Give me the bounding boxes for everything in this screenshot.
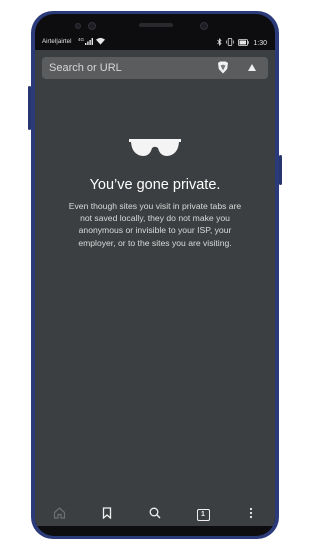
tab-count: 1 xyxy=(196,509,210,521)
proximity-sensor xyxy=(200,22,208,30)
search-button[interactable] xyxy=(144,504,166,526)
front-camera xyxy=(88,22,96,30)
triangle-up-icon[interactable] xyxy=(248,64,256,71)
volume-button xyxy=(28,86,31,130)
bookmark-icon xyxy=(102,506,112,524)
signal-icon xyxy=(85,38,94,47)
more-vertical-icon xyxy=(249,506,253,524)
bluetooth-icon xyxy=(217,38,222,48)
more-button[interactable] xyxy=(240,504,262,526)
iris-sensor xyxy=(75,23,81,29)
status-bar: Airtel|airtel 4G 1:30 xyxy=(35,36,275,50)
search-icon xyxy=(149,506,161,524)
url-placeholder: Search or URL xyxy=(49,62,122,74)
brave-shield-icon[interactable] xyxy=(217,61,229,74)
private-description: Even though sites you visit in private t… xyxy=(68,201,242,248)
sunglasses-icon xyxy=(128,138,182,158)
vibrate-icon xyxy=(226,38,235,48)
status-right: 1:30 xyxy=(217,38,267,48)
clock: 1:30 xyxy=(253,39,267,47)
tabs-button[interactable]: 1 xyxy=(192,504,214,526)
battery-icon xyxy=(238,38,250,48)
carrier-label: Airtel|airtel xyxy=(42,39,72,45)
bottom-toolbar: 1 xyxy=(35,504,275,526)
earpiece-speaker xyxy=(139,23,173,27)
home-button[interactable] xyxy=(48,504,70,526)
home-icon xyxy=(53,506,66,524)
url-bar[interactable]: Search or URL xyxy=(42,57,268,79)
browser-screen: Search or URL You’ve gone private. Even … xyxy=(35,50,275,505)
network-type: 4G xyxy=(78,37,85,42)
wifi-icon xyxy=(96,37,105,47)
private-title: You’ve gone private. xyxy=(89,177,221,193)
bookmark-button[interactable] xyxy=(96,504,118,526)
screen-bezel: Airtel|airtel 4G 1:30 Search or URL You’… xyxy=(35,14,275,536)
power-button xyxy=(279,155,282,185)
